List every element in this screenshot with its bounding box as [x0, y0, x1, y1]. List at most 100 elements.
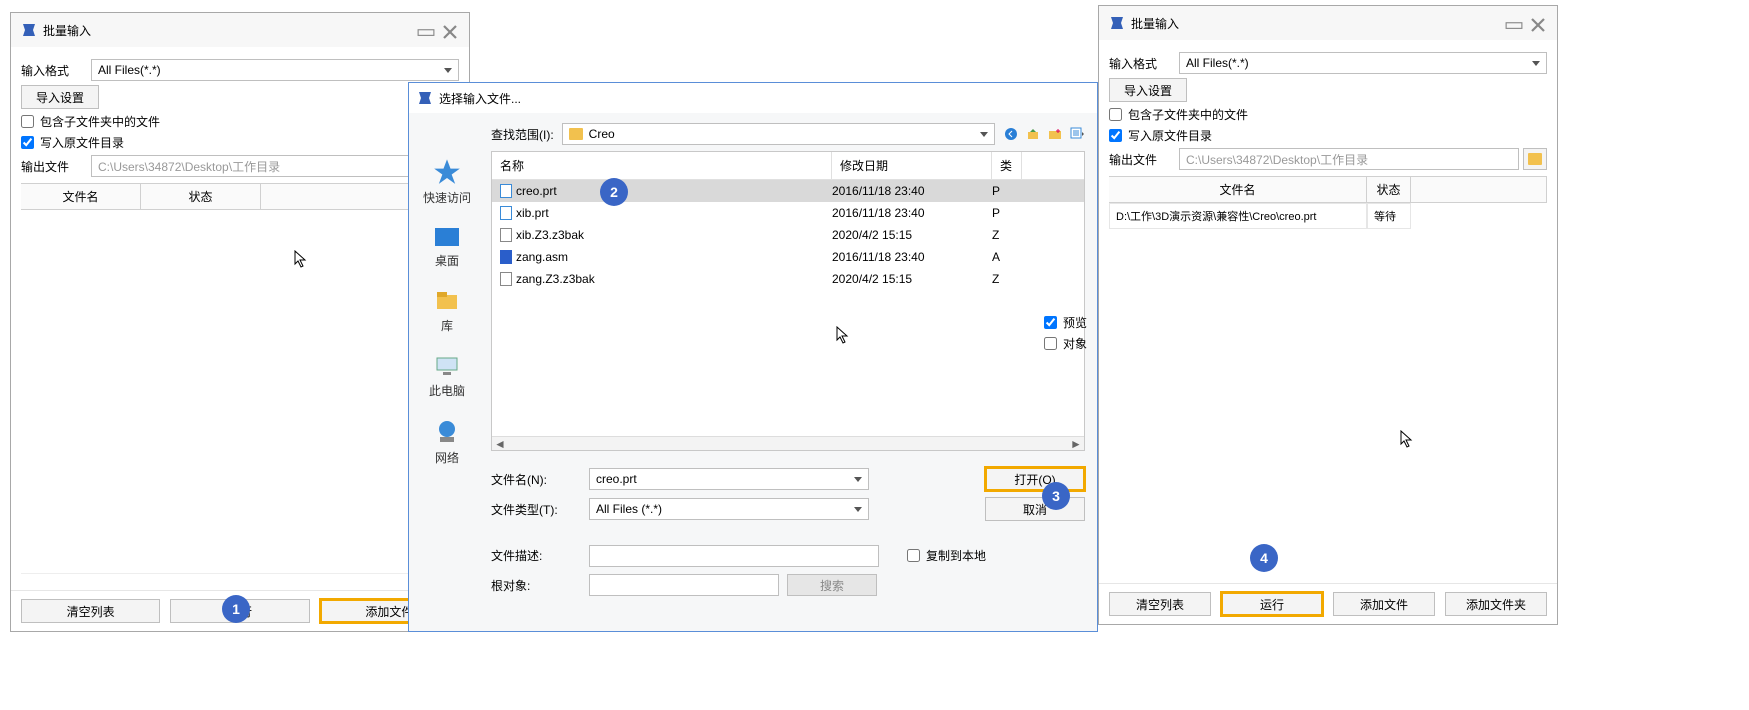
cancel-button[interactable]: 取消: [985, 497, 1085, 521]
batch-input-panel-left: 批量输入 输入格式 All Files(*.*) 导入设置 包含子文件夹中的文件…: [10, 12, 470, 632]
folder-icon: [569, 128, 583, 140]
write-orig-dir-checkbox[interactable]: 写入原文件目录: [1109, 127, 1547, 144]
include-subfolders-checkbox[interactable]: 包含子文件夹中的文件: [1109, 106, 1547, 123]
panel-body: 输入格式 All Files(*.*) 导入设置 包含子文件夹中的文件 写入原文…: [1099, 40, 1557, 237]
format-label: 输入格式: [21, 62, 91, 79]
place-desktop[interactable]: 桌面: [433, 226, 461, 269]
rootobj-input[interactable]: [589, 574, 779, 596]
format-label: 输入格式: [1109, 55, 1179, 72]
app-icon: [1109, 15, 1125, 31]
output-path-input[interactable]: [1179, 148, 1519, 170]
column-type[interactable]: 类: [992, 152, 1022, 179]
column-status[interactable]: 状态: [1367, 177, 1411, 203]
chevron-down-icon: [854, 507, 862, 512]
dock-icon[interactable]: [1505, 16, 1523, 30]
add-folder-button[interactable]: 添加文件夹: [1445, 592, 1547, 616]
output-path-input[interactable]: [91, 155, 459, 177]
titlebar: 批量输入: [11, 13, 469, 47]
file-row[interactable]: xib.Z3.z3bak2020/4/2 15:15Z: [492, 224, 1084, 246]
asm-file-icon: [500, 250, 512, 264]
window-title: 批量输入: [1131, 15, 1499, 32]
file-open-dialog: 选择输入文件... 快速访问 桌面 库 此电脑 网络 查找范围(I): Creo: [408, 82, 1098, 632]
preview-options: 预览 对象: [1044, 310, 1094, 356]
titlebar: 批量输入: [1099, 6, 1557, 40]
place-quick-access[interactable]: 快速访问: [423, 157, 471, 206]
prt-file-icon: [500, 184, 512, 198]
chevron-down-icon: [980, 132, 988, 137]
place-this-pc[interactable]: 此电脑: [429, 354, 465, 399]
file-table: [21, 210, 459, 574]
filedesc-label: 文件描述:: [491, 547, 581, 564]
browse-folder-button[interactable]: [1523, 148, 1547, 170]
file-row[interactable]: zang.asm2016/11/18 23:40A: [492, 246, 1084, 268]
nav-toolbar: [1003, 126, 1085, 142]
column-status[interactable]: 状态: [141, 184, 261, 210]
step-badge-2: 2: [600, 178, 628, 206]
column-filename[interactable]: 文件名: [1109, 177, 1367, 203]
filedesc-input[interactable]: [589, 545, 879, 567]
clear-list-button[interactable]: 清空列表: [1109, 592, 1211, 616]
panel-body: 输入格式 All Files(*.*) 导入设置 包含子文件夹中的文件 写入原文…: [11, 47, 469, 582]
open-button[interactable]: 打开(O): [985, 467, 1085, 491]
run-button[interactable]: 运行: [1221, 592, 1323, 616]
new-folder-icon[interactable]: [1047, 126, 1063, 142]
view-menu-icon[interactable]: [1069, 126, 1085, 142]
filetype-label: 文件类型(T):: [491, 501, 581, 518]
close-icon[interactable]: [1529, 16, 1547, 30]
app-icon: [417, 90, 433, 106]
output-file-label: 输出文件: [21, 158, 91, 175]
file-icon: [500, 228, 512, 242]
dialog-title: 选择输入文件...: [439, 90, 1089, 107]
import-settings-button[interactable]: 导入设置: [21, 85, 99, 109]
column-filename[interactable]: 文件名: [21, 184, 141, 210]
step-badge-3: 3: [1042, 482, 1070, 510]
file-row[interactable]: xib.prt2016/11/18 23:40P: [492, 202, 1084, 224]
chevron-down-icon: [1532, 61, 1540, 66]
folder-icon: [1528, 153, 1542, 165]
rootobj-label: 根对象:: [491, 577, 581, 594]
include-subfolders-checkbox[interactable]: 包含子文件夹中的文件: [21, 113, 459, 130]
import-settings-button[interactable]: 导入设置: [1109, 78, 1187, 102]
scroll-left-icon[interactable]: ◄: [492, 437, 508, 451]
write-orig-dir-checkbox[interactable]: 写入原文件目录: [21, 134, 459, 151]
prt-file-icon: [500, 206, 512, 220]
copy-local-checkbox[interactable]: 复制到本地: [907, 547, 986, 564]
format-combo[interactable]: All Files(*.*): [1179, 52, 1547, 74]
column-name[interactable]: 名称: [492, 152, 832, 179]
place-library[interactable]: 库: [433, 289, 461, 334]
panel-footer: 清空列表 运行 添加文件 添加文件夹: [1099, 583, 1557, 624]
window-title: 批量输入: [43, 22, 411, 39]
back-icon[interactable]: [1003, 126, 1019, 142]
chevron-down-icon: [854, 477, 862, 482]
lookin-combo[interactable]: Creo: [562, 123, 995, 145]
horizontal-scrollbar[interactable]: ◄ ►: [492, 436, 1084, 450]
add-file-button[interactable]: 添加文件: [1333, 592, 1435, 616]
dialog-titlebar: 选择输入文件...: [409, 83, 1097, 113]
table-row[interactable]: D:\工作\3D演示资源\兼容性\Creo\creo.prt 等待: [1109, 203, 1547, 229]
file-list: 名称 修改日期 类 creo.prt2016/11/18 23:40Pxib.p…: [491, 151, 1085, 451]
file-row[interactable]: zang.Z3.z3bak2020/4/2 15:15Z: [492, 268, 1084, 290]
dock-icon[interactable]: [417, 23, 435, 37]
places-sidebar: 快速访问 桌面 库 此电脑 网络: [409, 113, 485, 631]
search-button[interactable]: 搜索: [787, 574, 877, 596]
close-icon[interactable]: [441, 23, 459, 37]
column-date[interactable]: 修改日期: [832, 152, 992, 179]
app-icon: [21, 22, 37, 38]
filetype-combo[interactable]: All Files (*.*): [589, 498, 869, 520]
scroll-right-icon[interactable]: ►: [1068, 437, 1084, 451]
file-row[interactable]: creo.prt2016/11/18 23:40P: [492, 180, 1084, 202]
format-combo[interactable]: All Files(*.*): [91, 59, 459, 81]
file-icon: [500, 272, 512, 286]
up-icon[interactable]: [1025, 126, 1041, 142]
filename-label: 文件名(N):: [491, 471, 581, 488]
batch-input-panel-right: 批量输入 输入格式 All Files(*.*) 导入设置 包含子文件夹中的文件…: [1098, 5, 1558, 625]
preview-checkbox[interactable]: 预览: [1044, 314, 1094, 331]
output-file-label: 输出文件: [1109, 151, 1179, 168]
object-checkbox[interactable]: 对象: [1044, 335, 1094, 352]
step-badge-4: 4: [1250, 544, 1278, 572]
step-badge-1: 1: [222, 595, 250, 623]
chevron-down-icon: [444, 68, 452, 73]
filename-combo[interactable]: creo.prt: [589, 468, 869, 490]
place-network[interactable]: 网络: [434, 419, 460, 466]
clear-list-button[interactable]: 清空列表: [21, 599, 160, 623]
